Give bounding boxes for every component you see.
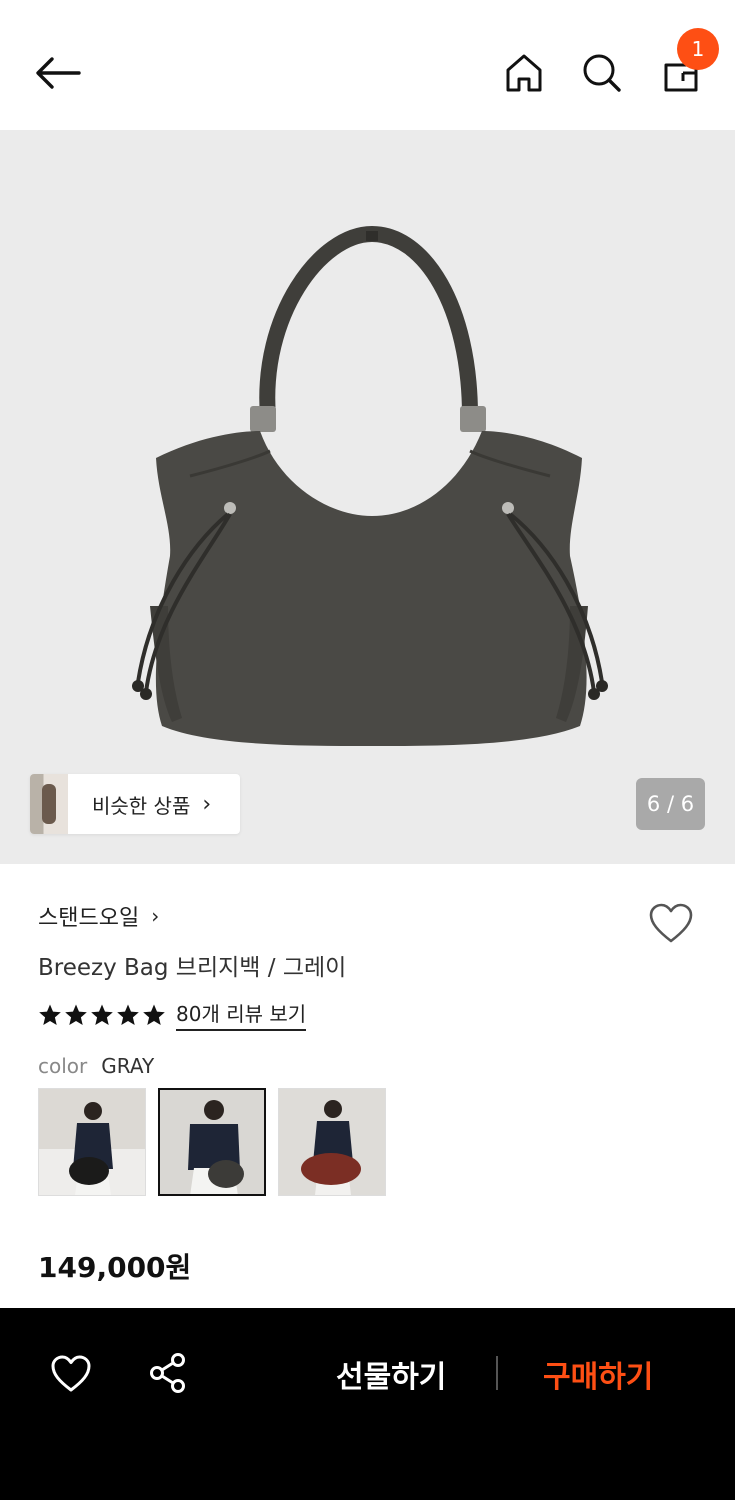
option-thumbnail-black-bag: [39, 1089, 145, 1195]
star-icon: [143, 1004, 165, 1025]
similar-products-button[interactable]: 비슷한 상품 ›: [30, 774, 240, 834]
image-counter: 6 / 6: [636, 778, 705, 830]
star-icon: [39, 1004, 61, 1025]
wishlist-button[interactable]: [648, 902, 694, 946]
color-label: color: [38, 1054, 88, 1078]
brand-link[interactable]: 스탠드오일 ›: [38, 900, 159, 932]
star-icon: [91, 1004, 113, 1025]
color-option-3[interactable]: [278, 1088, 386, 1196]
star-icon: [117, 1004, 139, 1025]
arrow-left-icon: [36, 57, 81, 89]
bottom-wishlist-button[interactable]: [50, 1354, 92, 1394]
similar-product-thumbnail: [30, 774, 68, 834]
top-header: 1: [0, 0, 735, 130]
similar-products-label: 비슷한 상품: [92, 793, 191, 818]
brand-name: 스탠드오일: [38, 906, 140, 931]
back-button[interactable]: [30, 50, 86, 96]
product-price: 149,000원: [38, 1251, 192, 1284]
color-option-2-selected[interactable]: [158, 1088, 266, 1196]
color-option-1[interactable]: [38, 1088, 146, 1196]
color-value: GRAY: [101, 1054, 155, 1078]
option-thumbnail-gray-bag: [160, 1090, 264, 1194]
bottom-action-bar: 선물하기 구매하기: [0, 1308, 735, 1500]
rating-stars: [38, 1003, 166, 1027]
share-button[interactable]: [148, 1352, 188, 1394]
option-thumbnail-brown-bag: [279, 1089, 385, 1195]
share-icon: [150, 1353, 185, 1393]
heart-icon: [649, 903, 693, 943]
home-button[interactable]: [500, 50, 548, 96]
divider: [496, 1356, 498, 1390]
color-options: [38, 1088, 386, 1196]
product-title: Breezy Bag 브리지백 / 그레이: [38, 955, 347, 981]
color-row: color GRAY: [38, 1054, 154, 1078]
search-icon: [583, 54, 621, 92]
gift-button[interactable]: 선물하기: [336, 1352, 446, 1396]
cart-count-badge: 1: [677, 28, 719, 70]
buy-button[interactable]: 구매하기: [543, 1352, 653, 1396]
chevron-right-icon: ›: [202, 791, 212, 817]
home-icon: [506, 54, 542, 92]
product-image-bag: [132, 226, 608, 746]
review-link[interactable]: 80개 리뷰 보기: [176, 998, 307, 1031]
search-button[interactable]: [578, 50, 626, 96]
product-image-gallery[interactable]: 비슷한 상품 › 6 / 6: [0, 130, 735, 864]
star-icon: [65, 1004, 87, 1025]
rating-row: 80개 리뷰 보기: [38, 998, 307, 1031]
heart-icon: [51, 1355, 91, 1392]
chevron-right-icon: ›: [151, 904, 160, 928]
